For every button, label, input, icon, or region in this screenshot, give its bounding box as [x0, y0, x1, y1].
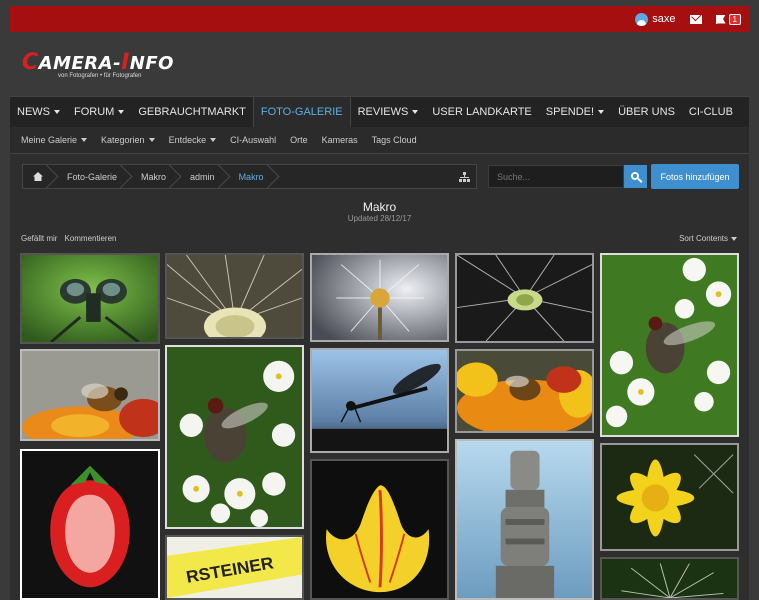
subnav-orte[interactable]: Orte: [283, 127, 315, 153]
caret-down-icon: [118, 110, 125, 114]
top-bar: saxe 1: [10, 6, 749, 32]
breadcrumb-home[interactable]: [23, 164, 57, 189]
sub-nav: Meine Galerie Kategorien Entdecke CI-Aus…: [10, 127, 749, 154]
photo-thumbnail[interactable]: [455, 349, 594, 433]
subnav-tags-cloud[interactable]: Tags Cloud: [365, 127, 424, 153]
photo-thumbnail[interactable]: [455, 439, 594, 600]
caret-down-icon: [54, 110, 60, 114]
photo-thumbnail[interactable]: [310, 348, 449, 453]
photo-thumbnail[interactable]: [600, 557, 739, 600]
nav-gebrauchtmarkt[interactable]: GEBRAUCHTMARKT: [131, 97, 253, 127]
breadcrumb-makro-album: Makro: [229, 164, 278, 189]
nav-reviews[interactable]: REVIEWS: [351, 97, 426, 127]
main-nav: NEWS FORUM GEBRAUCHTMARKT FOTO-GALERIE R…: [10, 96, 749, 127]
caret-down-icon: [210, 138, 217, 142]
nav-spende[interactable]: SPENDE!: [539, 97, 611, 127]
flag-icon: [715, 14, 726, 24]
album-updated: Updated 28/12/17: [347, 214, 412, 223]
nav-ci-club[interactable]: CI-CLUB: [682, 97, 740, 127]
photo-thumbnail[interactable]: [20, 253, 160, 344]
site-logo[interactable]: CAMERA-INFO von Fotografen • für Fotogra…: [22, 50, 174, 79]
subnav-entdecke[interactable]: Entdecke: [162, 127, 224, 153]
subnav-ci-auswahl[interactable]: CI-Auswahl: [223, 127, 283, 153]
subnav-kameras[interactable]: Kameras: [315, 127, 365, 153]
breadcrumb-admin[interactable]: admin: [180, 164, 229, 189]
photo-thumbnail[interactable]: [165, 253, 304, 339]
notification-badge: 1: [728, 13, 741, 25]
user-menu[interactable]: saxe: [635, 12, 676, 26]
add-photos-button[interactable]: Fotos hinzufügen: [651, 164, 739, 189]
caret-down-icon: [81, 138, 88, 142]
nav-ueber-uns[interactable]: ÜBER UNS: [611, 97, 682, 127]
nav-user-landkarte[interactable]: USER LANDKARTE: [425, 97, 538, 127]
comment-link[interactable]: Kommentieren: [64, 234, 116, 243]
notifications-button[interactable]: 1: [715, 13, 741, 25]
sitemap-icon[interactable]: [459, 172, 470, 182]
search-input[interactable]: [488, 165, 624, 188]
photo-thumbnail[interactable]: [310, 253, 449, 342]
photo-thumbnail[interactable]: [20, 349, 160, 441]
photo-thumbnail[interactable]: [600, 443, 739, 551]
subnav-kategorien[interactable]: Kategorien: [94, 127, 162, 153]
subnav-meine-galerie[interactable]: Meine Galerie: [14, 127, 94, 153]
photo-thumbnail[interactable]: [20, 449, 160, 600]
caret-down-icon: [412, 110, 419, 114]
photo-thumbnail[interactable]: [165, 345, 304, 529]
album-title: Makro: [362, 200, 397, 214]
like-link[interactable]: Gefällt mir: [21, 234, 57, 243]
breadcrumb-foto-galerie[interactable]: Foto-Galerie: [57, 164, 131, 189]
search-icon: [630, 171, 639, 180]
photo-thumbnail[interactable]: [600, 253, 739, 437]
nav-news[interactable]: NEWS: [10, 97, 67, 127]
user-avatar-icon: [635, 12, 649, 26]
home-icon: [33, 172, 43, 181]
album-actions: Gefällt mir Kommentieren: [21, 234, 116, 243]
caret-down-icon: [598, 110, 605, 114]
breadcrumb: Foto-Galerie Makro admin Makro: [22, 164, 477, 189]
nav-foto-galerie[interactable]: FOTO-GALERIE: [252, 97, 351, 127]
mail-icon[interactable]: [689, 14, 702, 24]
username: saxe: [652, 13, 676, 25]
photo-thumbnail[interactable]: [455, 253, 594, 343]
sort-contents-dropdown[interactable]: Sort Contents: [679, 234, 737, 243]
photo-thumbnail[interactable]: [310, 459, 449, 600]
breadcrumb-makro-category[interactable]: Makro: [131, 164, 180, 189]
caret-down-icon: [731, 236, 737, 241]
photo-thumbnail[interactable]: RSTEINER: [165, 535, 304, 600]
caret-down-icon: [148, 138, 155, 142]
search-button[interactable]: [624, 165, 647, 188]
nav-forum[interactable]: FORUM: [67, 97, 131, 127]
